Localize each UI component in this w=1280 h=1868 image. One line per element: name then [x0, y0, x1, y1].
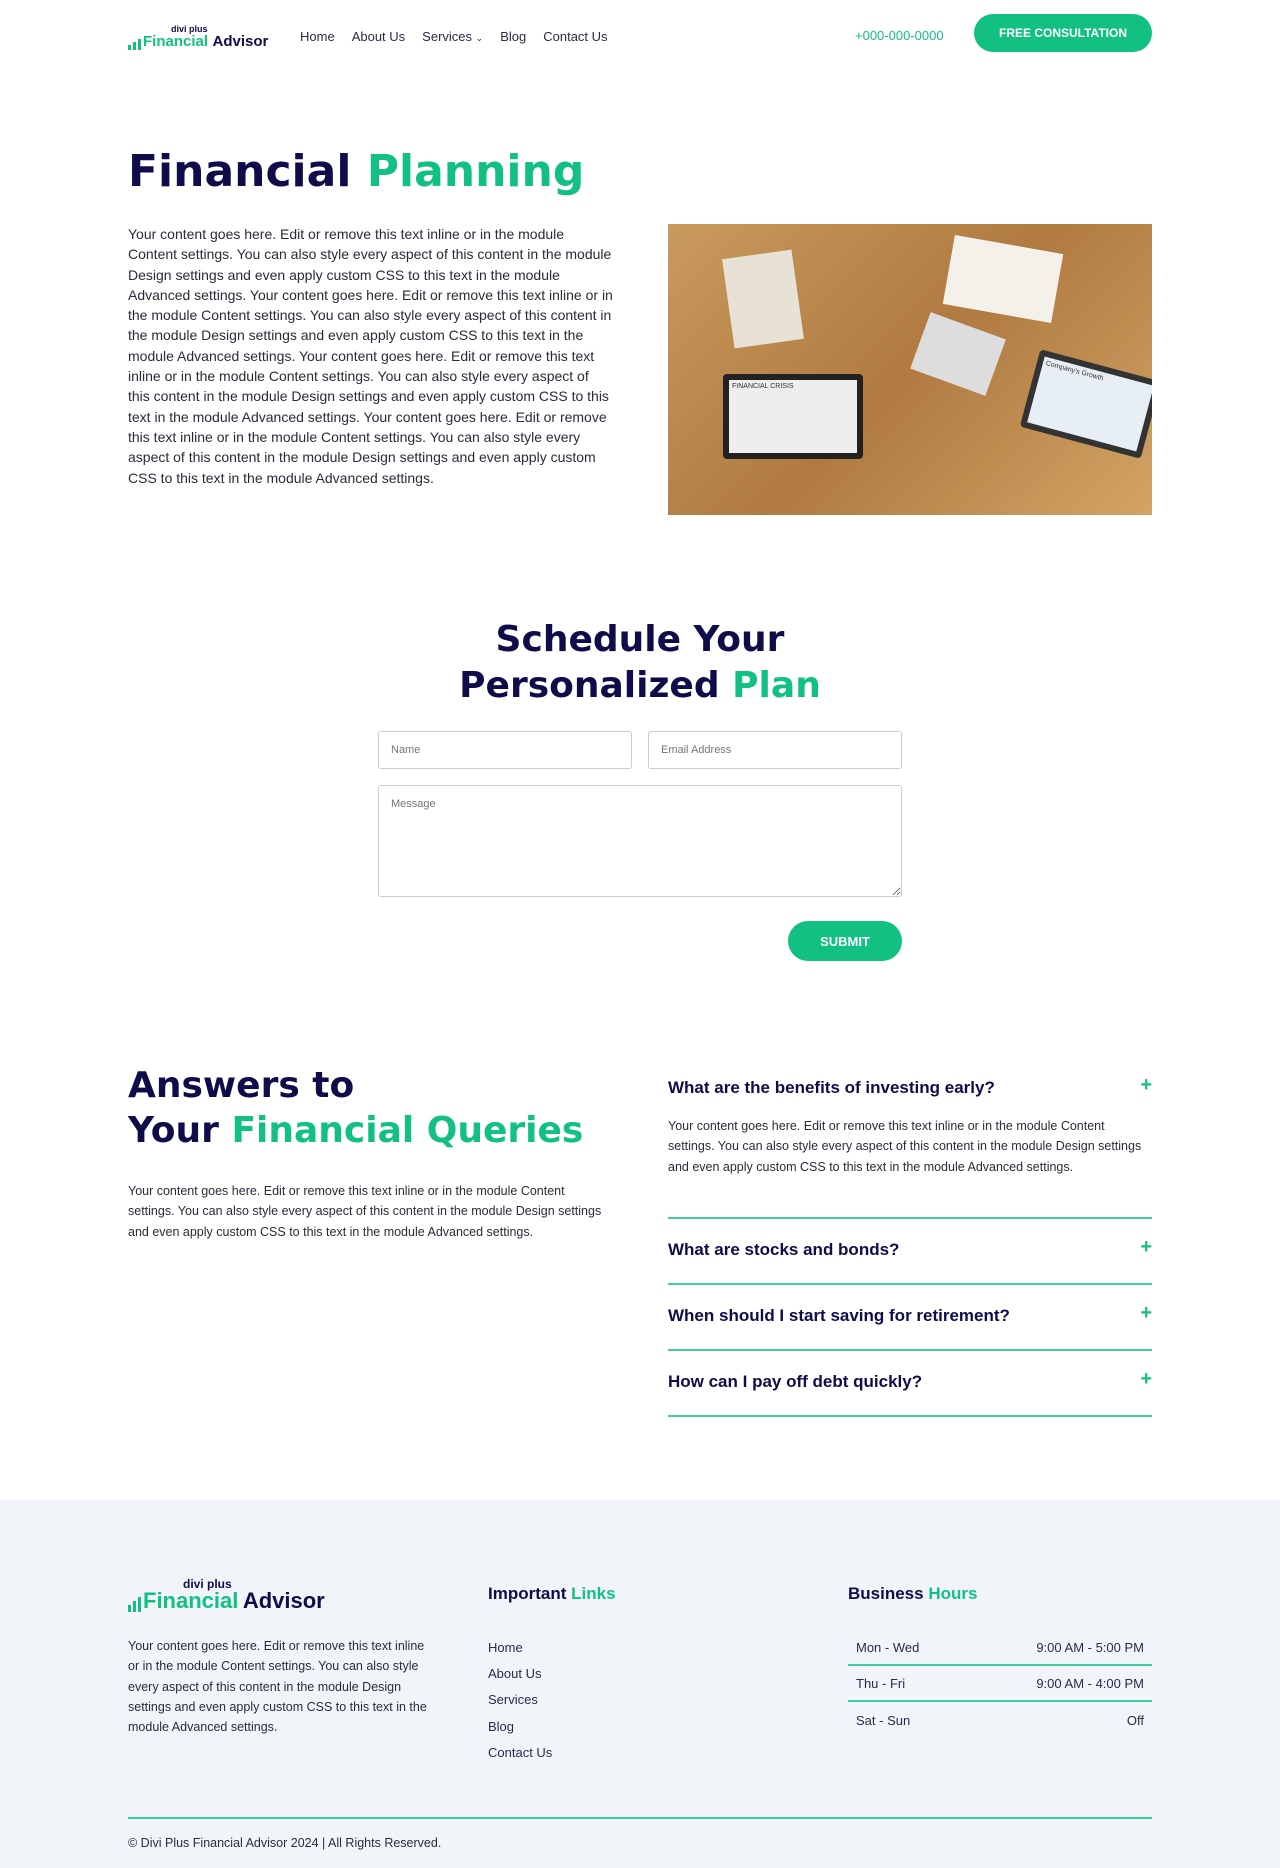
footer-about: Your content goes here. Edit or remove t…	[128, 1639, 427, 1735]
hours-row: Mon - Wed 9:00 AM - 5:00 PM	[848, 1630, 1152, 1666]
laptop-screen-label: FINANCIAL CRISIS	[729, 380, 857, 453]
faq-item-open[interactable]: What are the benefits of investing early…	[668, 1074, 1152, 1219]
footer-link-contact[interactable]: Contact Us	[488, 1745, 552, 1760]
footer-link-about[interactable]: About Us	[488, 1666, 541, 1681]
faq-title: Answers to Your Financial Queries	[128, 1063, 583, 1153]
faq-item[interactable]: How can I pay off debt quickly? +	[668, 1368, 1152, 1417]
hours-day: Sat - Sun	[856, 1712, 911, 1728]
links-heading-green: Links	[571, 1584, 616, 1603]
faq-question[interactable]: What are stocks and bonds?	[668, 1240, 1152, 1260]
page-title: Financial Planning	[128, 146, 584, 197]
nav-blog[interactable]: Blog	[500, 29, 526, 44]
faq-intro: Your content goes here. Edit or remove t…	[128, 1184, 602, 1239]
schedule-title-green: Plan	[732, 665, 821, 706]
nav-services[interactable]: Services ⌄	[422, 29, 483, 44]
footer-logo[interactable]: divi plus Financial Advisor	[128, 1578, 325, 1612]
faq-title-green: Financial Queries	[231, 1110, 584, 1151]
hours-row: Sat - Sun Off	[848, 1702, 1152, 1738]
chevron-down-icon: ⌄	[475, 33, 484, 43]
message-textarea[interactable]	[378, 785, 902, 897]
plus-icon[interactable]: +	[1140, 1302, 1152, 1325]
logo-navy: Advisor	[212, 33, 269, 50]
name-input[interactable]	[378, 731, 632, 769]
faq-question[interactable]: How can I pay off debt quickly?	[668, 1372, 1152, 1392]
laptop-screen-label: Company's Growth	[1027, 356, 1152, 452]
faq-title-navy: Your	[128, 1110, 219, 1151]
logo-navy: Advisor	[242, 1588, 325, 1613]
faq-item[interactable]: What are stocks and bonds? +	[668, 1236, 1152, 1285]
hours-day: Thu - Fri	[856, 1675, 906, 1691]
hours-row: Thu - Fri 9:00 AM - 4:00 PM	[848, 1666, 1152, 1702]
hours-time: 9:00 AM - 5:00 PM	[1036, 1639, 1144, 1655]
plus-icon[interactable]: +	[1140, 1074, 1152, 1097]
schedule-title-navy: Personalized	[459, 665, 720, 706]
hours-heading: Business Hours	[848, 1584, 977, 1604]
nav-home[interactable]: Home	[300, 29, 335, 44]
faq-answer: Your content goes here. Edit or remove t…	[668, 1119, 1142, 1174]
copyright: © Divi Plus Financial Advisor 2024 | All…	[128, 1836, 442, 1850]
email-input[interactable]	[648, 731, 902, 769]
title-navy: Financial	[128, 146, 352, 197]
footer-link-blog[interactable]: Blog	[488, 1719, 514, 1734]
links-heading: Important Links	[488, 1584, 616, 1604]
faq-title-line1: Answers to	[128, 1065, 355, 1106]
hours-heading-green: Hours	[928, 1584, 978, 1603]
chart-arrow-icon	[128, 1597, 141, 1612]
hours-day: Mon - Wed	[856, 1639, 920, 1655]
title-green: Planning	[366, 146, 585, 197]
hero-text: Your content goes here. Edit or remove t…	[128, 226, 613, 486]
logo-green: Financial	[143, 1588, 239, 1613]
hero-image: FINANCIAL CRISIS Company's Growth	[668, 224, 1152, 515]
faq-question[interactable]: What are the benefits of investing early…	[668, 1078, 1152, 1098]
nav-services-label: Services	[422, 29, 473, 44]
links-heading-navy: Important	[488, 1584, 567, 1603]
footer-link-services[interactable]: Services	[488, 1692, 538, 1707]
schedule-title: Schedule Your Personalized Plan	[0, 617, 1280, 709]
free-consultation-button[interactable]: FREE CONSULTATION	[974, 14, 1152, 52]
submit-button[interactable]: SUBMIT	[788, 921, 902, 961]
footer-divider	[128, 1817, 1152, 1819]
chart-arrow-icon	[128, 39, 141, 50]
faq-question[interactable]: When should I start saving for retiremen…	[668, 1306, 1152, 1326]
hours-heading-navy: Business	[848, 1584, 924, 1603]
faq-item[interactable]: When should I start saving for retiremen…	[668, 1302, 1152, 1351]
phone-link[interactable]: +000-000-0000	[855, 28, 944, 43]
main-nav: Home About Us Services ⌄ Blog Contact Us	[300, 28, 625, 46]
hours-time: 9:00 AM - 4:00 PM	[1036, 1675, 1144, 1691]
nav-contact[interactable]: Contact Us	[543, 29, 607, 44]
nav-about[interactable]: About Us	[352, 29, 405, 44]
plus-icon[interactable]: +	[1140, 1368, 1152, 1391]
logo-green: Financial	[143, 33, 209, 50]
logo[interactable]: divi plus Financial Advisor	[128, 25, 268, 50]
schedule-title-line1: Schedule Your	[495, 619, 785, 660]
footer-link-home[interactable]: Home	[488, 1640, 523, 1655]
plus-icon[interactable]: +	[1140, 1236, 1152, 1259]
hours-time: Off	[1126, 1712, 1144, 1728]
